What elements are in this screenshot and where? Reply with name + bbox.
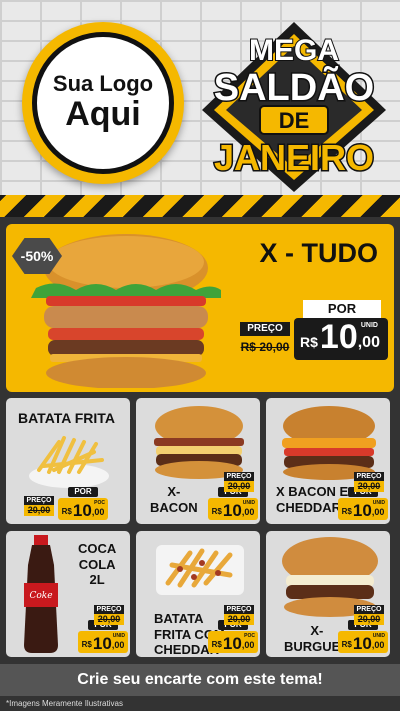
price-unit: UNID <box>372 500 385 506</box>
product-card[interactable]: CokeCOCA COLA 2LR$ 10,00UNIDPORPREÇO20,0… <box>6 531 130 657</box>
headline-saldao: SALDÃO <box>214 65 374 109</box>
price-currency: R$ <box>341 507 352 516</box>
footer-disclaimer: *Imagens Meramente Ilustrativas <box>6 699 123 708</box>
logo-placeholder: Sua Logo Aqui <box>22 22 184 184</box>
price-dec: ,00 <box>91 507 105 517</box>
logo-inner-circle: Sua Logo Aqui <box>32 32 174 174</box>
caution-stripe-divider <box>0 195 400 217</box>
price-unit: UNID <box>112 633 125 639</box>
price-int: 10 <box>222 501 242 520</box>
price-currency: R$ <box>61 507 72 516</box>
price-int: 10 <box>92 634 112 653</box>
cta-banner[interactable]: Crie seu encarte com este tema! <box>0 664 400 696</box>
price-int: 10 <box>222 634 242 653</box>
price-dec: ,00 <box>371 507 385 517</box>
hero-price-currency: R$ <box>300 334 318 350</box>
batata-cheddar-image <box>150 535 250 606</box>
hero-price-dec: ,00 <box>357 334 380 351</box>
old-price: 20,00 <box>224 614 254 625</box>
price-dec: ,00 <box>371 640 385 650</box>
price-int: 10 <box>352 501 372 520</box>
old-price: 20,00 <box>24 505 54 516</box>
product-card[interactable]: X- BACONR$ 10,00UNIDPORPREÇO20,00 <box>136 398 260 524</box>
product-price: R$ 10,00 UNID <box>78 631 128 653</box>
hero-product-title: X - TUDO <box>259 238 379 268</box>
product-price: R$ 10,00 POC <box>58 498 108 520</box>
price-unit: POC <box>94 500 105 506</box>
hero-price-int: 10 <box>319 318 358 356</box>
product-price: R$ 10,00 UNID <box>338 631 388 653</box>
batata-frita-image <box>24 430 114 495</box>
hero-price-unit: UNID <box>360 322 378 329</box>
product-price: R$ 10,00 POC <box>208 631 258 653</box>
hero-price-box: R$ 10 ,00 UNID <box>294 318 388 360</box>
headline-mega: MEGA <box>249 34 339 67</box>
price-unit: POC <box>244 633 255 639</box>
price-currency: R$ <box>211 640 222 649</box>
logo-text-line1: Sua Logo <box>52 71 154 97</box>
mega-saldao-badge: MEGA SALDÃO DE JANEIRO <box>202 22 386 192</box>
hero-por-label: POR <box>303 300 381 318</box>
preco-label: PREÇO <box>94 605 124 614</box>
product-price: R$ 10,00 UNID <box>338 498 388 520</box>
old-price: 20,00 <box>354 614 384 625</box>
headline-janeiro: JANEIRO <box>214 137 374 178</box>
price-currency: R$ <box>341 640 352 649</box>
old-price: 20,00 <box>94 614 124 625</box>
logo-text-line2: Aqui <box>65 95 141 134</box>
hero-product-card[interactable]: X - TUDO POR R$ 10 ,00 UNID PREÇO R$ 20,… <box>6 224 394 392</box>
product-card[interactable]: BATATA FRITA R$ 10,00 POC POR PREÇO 20,00 <box>6 398 130 524</box>
product-price: R$ 10,00 UNID <box>208 498 258 520</box>
product-card[interactable]: X BACON E CHEDDARR$ 10,00UNIDPORPREÇO20,… <box>266 398 390 524</box>
product-name: X- BACON <box>150 484 198 515</box>
por-label: POR <box>68 487 98 497</box>
product-card[interactable]: X- BURGUERR$ 10,00UNIDPORPREÇO20,00 <box>266 531 390 657</box>
price-currency: R$ <box>211 507 222 516</box>
old-price: 20,00 <box>224 481 254 492</box>
price-dec: ,00 <box>241 507 255 517</box>
price-int: 10 <box>72 501 92 520</box>
preco-label: PREÇO <box>354 472 384 481</box>
hero-old-price: R$ 20,00 <box>240 340 290 354</box>
preco-label: PREÇO <box>224 605 254 614</box>
price-dec: ,00 <box>241 640 255 650</box>
preco-label: PREÇO <box>354 605 384 614</box>
preco-label: PREÇO <box>224 472 254 481</box>
product-name: COCA COLA 2L <box>78 541 117 588</box>
price-currency: R$ <box>81 640 92 649</box>
coca-cola-image: Coke <box>16 535 66 657</box>
price-dec: ,00 <box>111 640 125 650</box>
price-unit: UNID <box>372 633 385 639</box>
hero-preco-label: PREÇO <box>240 322 290 336</box>
price-int: 10 <box>352 634 372 653</box>
old-price: 20,00 <box>354 481 384 492</box>
svg-text:Coke: Coke <box>29 591 52 601</box>
preco-label: PREÇO <box>24 496 54 505</box>
product-name: BATATA FRITA <box>18 410 115 426</box>
price-unit: UNID <box>242 500 255 506</box>
headline-de: DE <box>279 108 310 133</box>
product-card[interactable]: BATATA FRITA COM CHEDDARR$ 10,00POCPORPR… <box>136 531 260 657</box>
